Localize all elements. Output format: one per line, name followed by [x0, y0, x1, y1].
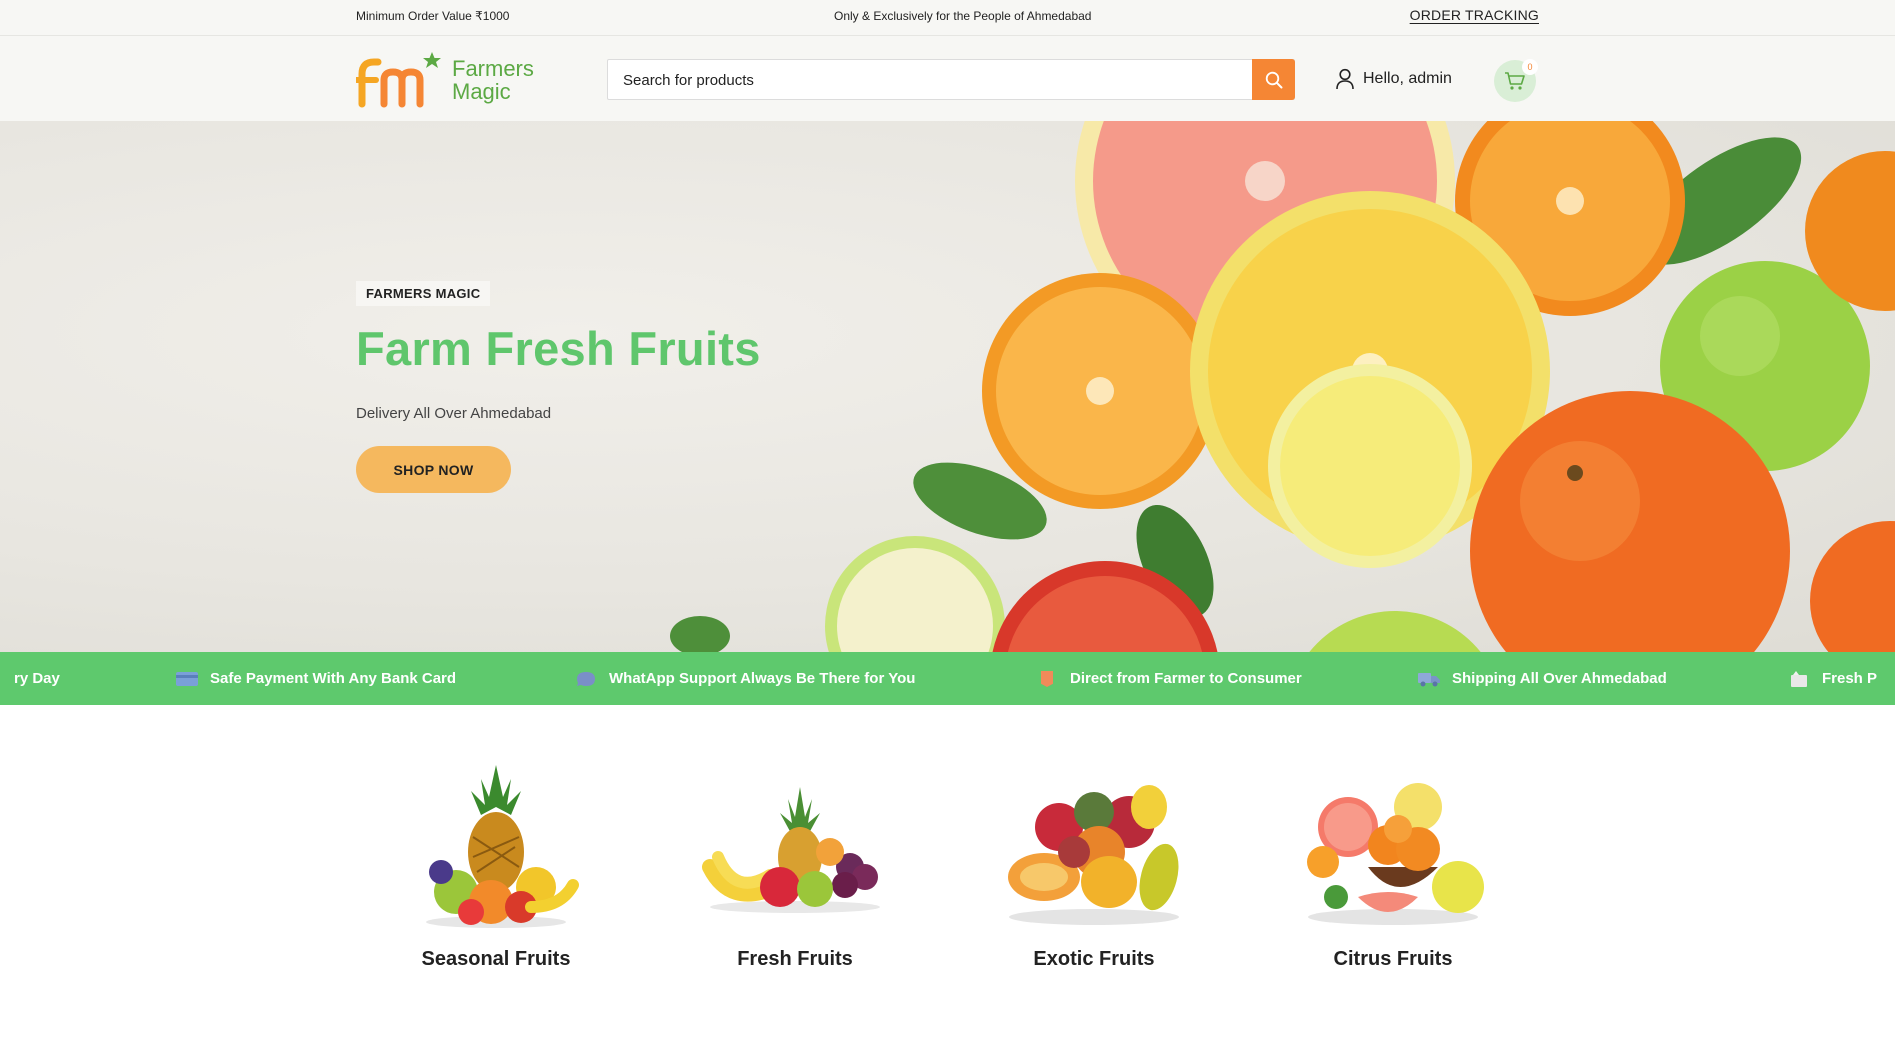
search-button[interactable]	[1252, 59, 1295, 100]
exotic-fruits-image	[1008, 785, 1179, 925]
hero-badge: FARMERS MAGIC	[356, 281, 491, 306]
marquee-text: ry Day	[14, 670, 60, 687]
leaf-box-icon	[1791, 670, 1807, 687]
min-order-notice: Minimum Order Value ₹1000	[356, 9, 510, 23]
user-greeting: Hello, admin	[1363, 70, 1452, 87]
category-label: Seasonal Fruits	[421, 948, 571, 970]
marquee-text: Direct from Farmer to Consumer	[1070, 670, 1302, 687]
account-link[interactable]: Hello, admin	[1335, 68, 1452, 90]
search-bar	[607, 59, 1295, 101]
marquee-item: Safe Payment With Any Bank Card	[176, 652, 456, 705]
category-card-citrus[interactable]: Citrus Fruits	[1293, 757, 1493, 971]
order-tracking-link[interactable]: ORDER TRACKING	[1410, 7, 1539, 23]
hero-subtitle: Delivery All Over Ahmedabad	[356, 405, 552, 422]
marquee-text: WhatApp Support Always Be There for You	[609, 670, 916, 687]
shop-now-button[interactable]: SHOP NOW	[356, 446, 511, 493]
location-tagline: Only & Exclusively for the People of Ahm…	[834, 9, 1092, 23]
truck-icon	[1418, 672, 1440, 686]
chat-icon	[577, 671, 595, 686]
marquee-text: Shipping All Over Ahmedabad	[1452, 670, 1667, 687]
search-icon	[1265, 71, 1282, 88]
bookmark-icon	[1041, 670, 1053, 687]
logo-line-1: Farmers	[452, 56, 534, 81]
cart-count-badge: 0	[1522, 59, 1538, 75]
category-label: Citrus Fruits	[1333, 948, 1453, 970]
features-marquee: ry Day Safe Payment With Any Bank Card W…	[0, 652, 1895, 705]
marquee-text: Fresh P	[1822, 670, 1878, 687]
category-card-seasonal[interactable]: Seasonal Fruits	[396, 757, 596, 971]
hero-fruit-image	[670, 121, 1895, 652]
marquee-item: Direct from Farmer to Consumer	[1036, 652, 1302, 705]
marquee-item: WhatApp Support Always Be There for You	[575, 652, 915, 705]
marquee-item: Fresh P	[1788, 652, 1877, 705]
citrus-fruits-image	[1307, 783, 1484, 925]
marquee-item: Shipping All Over Ahmedabad	[1418, 652, 1667, 705]
fresh-fruits-image	[702, 787, 880, 913]
category-card-exotic[interactable]: Exotic Fruits	[994, 757, 1194, 971]
category-label: Exotic Fruits	[1033, 948, 1155, 970]
hero-title: Farm Fresh Fruits	[356, 322, 761, 375]
search-input[interactable]	[608, 60, 1245, 101]
logo-line-2: Magic	[452, 79, 511, 104]
hero-banner: FARMERS MAGIC Farm Fresh Fruits Delivery…	[0, 121, 1895, 652]
logo-wordmark: Farmers Magic	[452, 57, 534, 103]
seasonal-fruits-image	[426, 765, 579, 928]
cart-icon	[1505, 72, 1525, 90]
marquee-item: ry Day	[14, 652, 60, 705]
category-card-fresh[interactable]: Fresh Fruits	[695, 757, 895, 971]
top-bar: Minimum Order Value ₹1000 Only & Exclusi…	[0, 0, 1895, 36]
cart-button[interactable]: 0	[1494, 59, 1538, 102]
site-header: Farmers Magic Hello, admin	[0, 36, 1895, 122]
category-label: Fresh Fruits	[737, 948, 853, 970]
credit-card-icon	[176, 671, 198, 686]
user-icon	[1336, 68, 1354, 90]
marquee-text: Safe Payment With Any Bank Card	[210, 670, 457, 687]
brand-logo[interactable]: Farmers Magic	[356, 50, 541, 108]
